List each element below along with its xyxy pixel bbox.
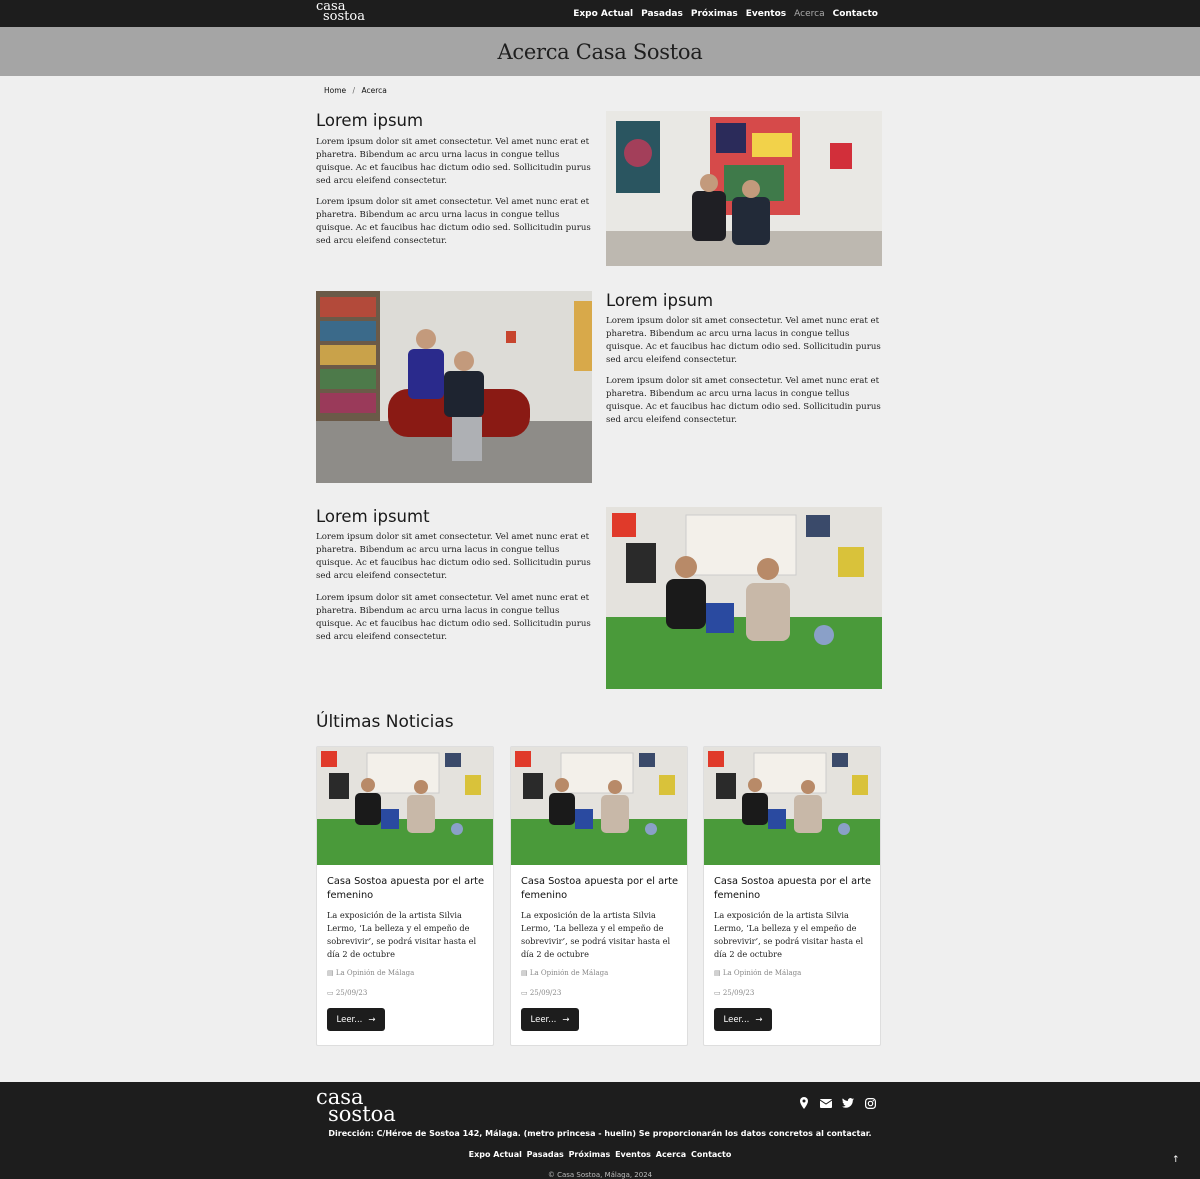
section-3-paragraph-2: Lorem ipsum dolor sit amet consectetur. … — [316, 593, 591, 642]
news-card-source: ▤ La Opinión de Málaga — [521, 969, 608, 977]
breadcrumb-current: Acerca — [361, 86, 387, 95]
social-icons — [798, 1097, 876, 1109]
logo-line2: sostoa — [323, 9, 365, 24]
section-2-title: Lorem ipsum — [606, 291, 714, 310]
newspaper-icon: ▤ — [521, 969, 530, 977]
footer-logo-line2: sostoa — [328, 1102, 396, 1126]
news-card: Casa Sostoa apuesta por el arte femenino… — [316, 746, 494, 1046]
page-title: Acerca Casa Sostoa — [497, 39, 703, 64]
footer-links: Expo Actual Pasadas Próximas Eventos Ace… — [0, 1150, 1200, 1159]
envelope-icon[interactable] — [820, 1097, 832, 1109]
news-card-image — [511, 747, 687, 865]
read-more-button[interactable]: Leer... → — [521, 1008, 579, 1031]
news-card-date: ▭ 25/09/23 — [521, 989, 561, 997]
logo[interactable]: casa sostoa — [316, 0, 365, 24]
top-navbar: casa sostoa Expo Actual Pasadas Próximas… — [0, 0, 1200, 27]
news-card-image — [317, 747, 493, 865]
footer-link-acerca[interactable]: Acerca — [656, 1150, 686, 1159]
page-hero: Acerca Casa Sostoa — [0, 27, 1200, 76]
arrow-right-icon: → — [562, 1014, 570, 1025]
gallery-photo-1 — [606, 111, 882, 266]
section-3-paragraph-1: Lorem ipsum dolor sit amet consectetur. … — [316, 532, 591, 581]
footer-link-expo-actual[interactable]: Expo Actual — [469, 1150, 522, 1159]
nav-links: Expo Actual Pasadas Próximas Eventos Ace… — [573, 0, 878, 27]
section-1-title: Lorem ipsum — [316, 111, 424, 130]
read-more-label: Leer... — [530, 1014, 557, 1025]
nav-item-acerca[interactable]: Acerca — [794, 9, 824, 19]
section-2-paragraph-2: Lorem ipsum dolor sit amet consectetur. … — [606, 376, 881, 425]
calendar-icon: ▭ — [521, 989, 530, 997]
footer-link-eventos[interactable]: Eventos — [615, 1150, 651, 1159]
news-card-description: La exposición de la artista Silvia Lermo… — [714, 910, 864, 959]
news-card-date-label: 25/09/23 — [335, 989, 368, 997]
read-more-label: Leer... — [723, 1014, 750, 1025]
read-more-label: Leer... — [336, 1014, 363, 1025]
news-heading: Últimas Noticias — [316, 712, 454, 732]
news-card-source-label: La Opinión de Málaga — [335, 969, 415, 977]
nav-item-eventos[interactable]: Eventos — [746, 9, 786, 19]
news-card-source: ▤ La Opinión de Málaga — [714, 969, 801, 977]
news-card-title[interactable]: Casa Sostoa apuesta por el arte femenino — [714, 875, 874, 903]
news-card-source-label: La Opinión de Málaga — [722, 969, 802, 977]
twitter-icon[interactable] — [842, 1097, 854, 1109]
footer-link-pasadas[interactable]: Pasadas — [527, 1150, 564, 1159]
footer: casa sostoa Dirección: C/Héroe de Sostoa… — [0, 1082, 1200, 1179]
section-1-paragraph-2: Lorem ipsum dolor sit amet consectetur. … — [316, 197, 591, 246]
footer-address: Dirección: C/Héroe de Sostoa 142, Málaga… — [328, 1129, 872, 1138]
news-card-date: ▭ 25/09/23 — [327, 989, 367, 997]
arrow-right-icon: → — [755, 1014, 763, 1025]
news-card-description: La exposición de la artista Silvia Lermo… — [521, 910, 671, 959]
calendar-icon: ▭ — [327, 989, 336, 997]
footer-logo[interactable]: casa sostoa — [316, 1087, 396, 1126]
section-2-paragraph-1: Lorem ipsum dolor sit amet consectetur. … — [606, 316, 881, 365]
arrow-right-icon: → — [368, 1014, 376, 1025]
news-card-date-label: 25/09/23 — [722, 989, 755, 997]
breadcrumb-home[interactable]: Home — [324, 86, 346, 95]
news-card-description: La exposición de la artista Silvia Lermo… — [327, 910, 477, 959]
news-card: Casa Sostoa apuesta por el arte femenino… — [510, 746, 688, 1046]
nav-item-contacto[interactable]: Contacto — [833, 9, 878, 19]
news-card-title[interactable]: Casa Sostoa apuesta por el arte femenino — [327, 875, 487, 903]
breadcrumb-separator: / — [352, 86, 356, 95]
read-more-button[interactable]: Leer... → — [714, 1008, 772, 1031]
news-card-title[interactable]: Casa Sostoa apuesta por el arte femenino — [521, 875, 681, 903]
news-card-image — [704, 747, 880, 865]
back-to-top-icon[interactable]: ↑ — [1172, 1155, 1180, 1165]
newspaper-icon: ▤ — [714, 969, 723, 977]
breadcrumb: Home / Acerca — [324, 86, 391, 95]
section-1-paragraph-1: Lorem ipsum dolor sit amet consectetur. … — [316, 137, 591, 186]
news-card-source-label: La Opinión de Málaga — [529, 969, 609, 977]
nav-item-pasadas[interactable]: Pasadas — [641, 9, 683, 19]
news-card: Casa Sostoa apuesta por el arte femenino… — [703, 746, 881, 1046]
instagram-icon[interactable] — [864, 1097, 876, 1109]
footer-copyright: © Casa Sostoa, Málaga, 2024 — [547, 1171, 653, 1179]
gallery-photo-3 — [606, 507, 882, 689]
section-3-title: Lorem ipsumt — [316, 507, 430, 526]
nav-item-expo-actual[interactable]: Expo Actual — [573, 9, 633, 19]
map-pin-icon[interactable] — [798, 1097, 810, 1109]
footer-link-proximas[interactable]: Próximas — [569, 1150, 611, 1159]
newspaper-icon: ▤ — [327, 969, 336, 977]
news-card-date-label: 25/09/23 — [529, 989, 562, 997]
calendar-icon: ▭ — [714, 989, 723, 997]
news-card-source: ▤ La Opinión de Málaga — [327, 969, 414, 977]
nav-item-proximas[interactable]: Próximas — [691, 9, 738, 19]
news-card-date: ▭ 25/09/23 — [714, 989, 754, 997]
gallery-photo-2 — [316, 291, 592, 483]
footer-link-contacto[interactable]: Contacto — [691, 1150, 731, 1159]
read-more-button[interactable]: Leer... → — [327, 1008, 385, 1031]
